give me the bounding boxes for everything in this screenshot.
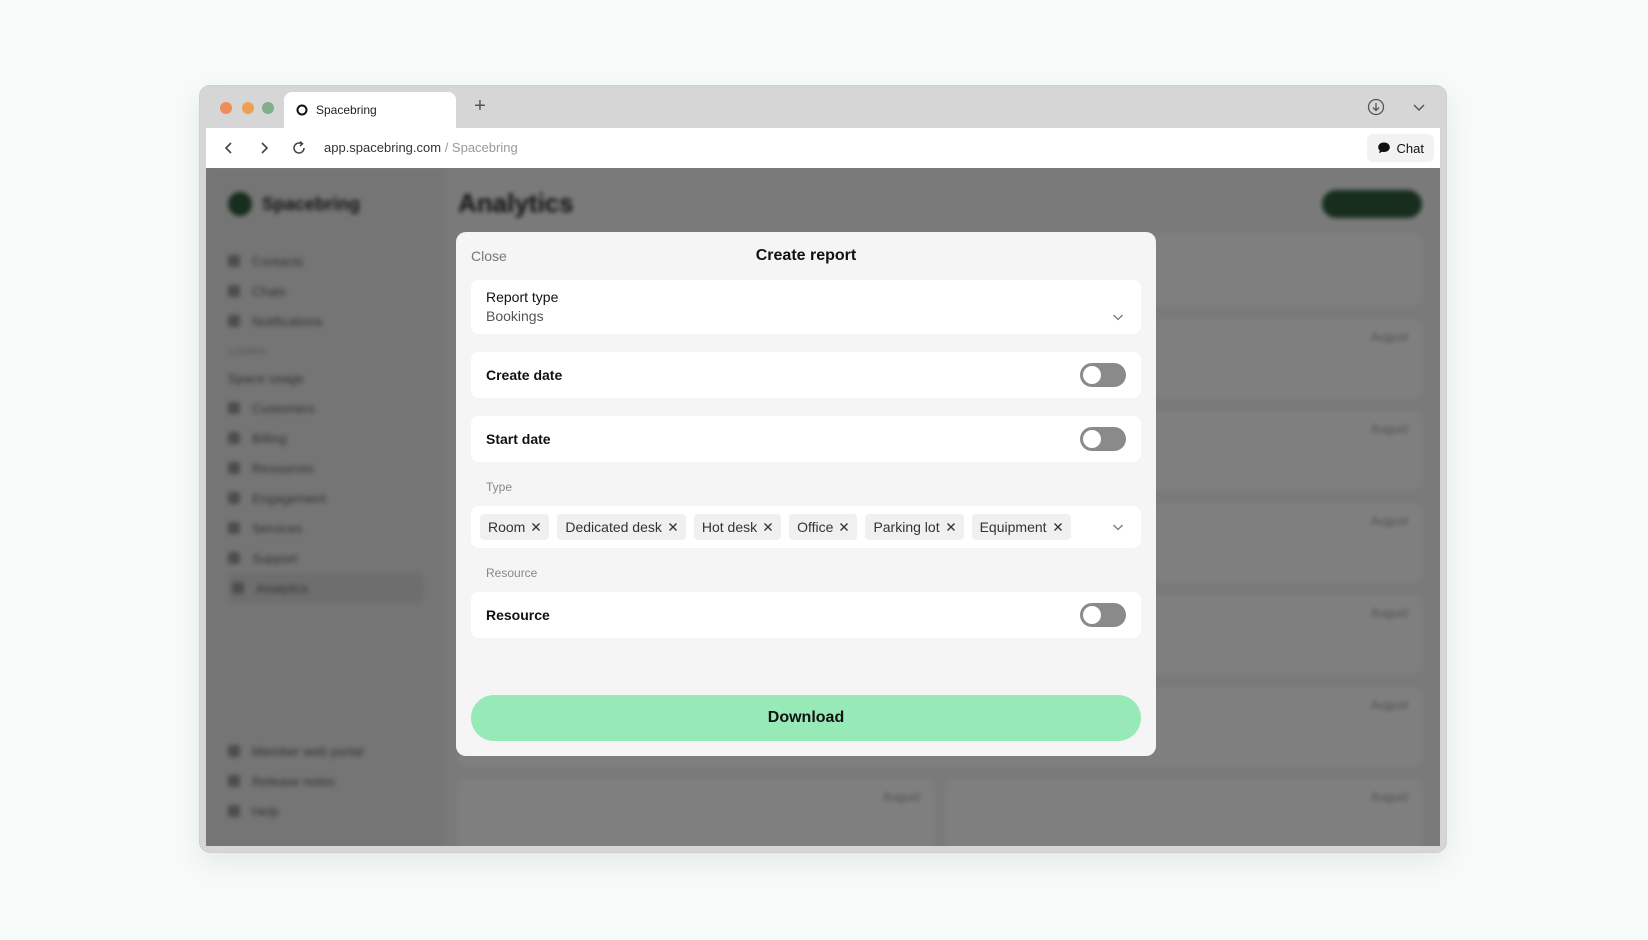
forward-arrow-icon[interactable] [255,139,273,157]
chevron-down-icon[interactable] [1111,520,1125,534]
tag-label: Equipment [979,519,1047,535]
url-path: Spacebring [451,140,518,155]
download-icon[interactable] [1367,98,1385,116]
type-tag-dedicated-desk: Dedicated desk [557,514,686,540]
start-date-row: Start date [471,416,1141,462]
address-bar: app.spacebring.com / Spacebring Chat [206,128,1440,168]
url-separator: / [441,140,452,155]
chat-button[interactable]: Chat [1366,134,1434,162]
page-content: Spacebring Contacts Chats Notifications … [206,168,1440,846]
create-date-row: Create date [471,352,1141,398]
tag-label: Office [797,519,834,535]
type-tag-hot-desk: Hot desk [693,514,782,540]
maximize-window-button[interactable] [262,102,274,114]
browser-window: Spacebring + app.spacebring.com / Spaceb… [200,86,1446,852]
start-date-toggle[interactable] [1080,427,1126,451]
title-bar: Spacebring + [200,86,1446,128]
modal-header: Close Create report [471,232,1141,280]
chat-label: Chat [1396,140,1424,156]
remove-tag-icon[interactable] [839,522,849,532]
tab-title: Spacebring [316,103,377,117]
report-type-value: Bookings [486,308,544,324]
tag-label: Room [488,519,526,535]
download-button[interactable]: Download [471,695,1141,741]
type-section-label: Type [486,480,513,494]
remove-tag-icon[interactable] [946,522,956,532]
report-type-select[interactable]: Report type Bookings [471,280,1141,334]
create-report-modal: Close Create report Report type Bookings… [456,232,1156,756]
toggle-knob [1083,606,1101,624]
modal-title: Create report [755,247,857,264]
close-window-button[interactable] [220,102,232,114]
create-date-label: Create date [486,367,563,383]
report-type-label: Report type [486,289,559,305]
type-tag-equipment: Equipment [971,514,1071,540]
reload-icon[interactable] [290,139,308,157]
resource-row: Resource [471,592,1141,638]
remove-tag-icon[interactable] [1053,522,1063,532]
tag-label: Parking lot [873,519,940,535]
url-text[interactable]: app.spacebring.com / Spacebring [324,140,518,155]
spacebring-favicon-icon [296,104,308,116]
resource-toggle[interactable] [1080,603,1126,627]
new-tab-button[interactable]: + [470,96,490,116]
type-tag-parking-lot: Parking lot [865,514,964,540]
chevron-down-icon [1113,314,1123,321]
create-date-toggle[interactable] [1080,363,1126,387]
type-tag-room: Room [480,514,550,540]
tag-label: Hot desk [701,519,758,535]
minimize-window-button[interactable] [242,102,254,114]
resource-section-label: Resource [486,566,538,580]
tag-label: Dedicated desk [565,519,662,535]
remove-tag-icon[interactable] [763,522,773,532]
back-arrow-icon[interactable] [220,139,238,157]
url-domain: app.spacebring.com [324,140,442,155]
chevron-down-icon[interactable] [1410,98,1428,116]
resource-label: Resource [486,607,550,623]
toggle-knob [1083,430,1101,448]
remove-tag-icon[interactable] [531,522,541,532]
remove-tag-icon[interactable] [668,522,678,532]
type-tag-office: Office [789,514,858,540]
start-date-label: Start date [486,431,551,447]
chat-bubble-icon [1377,142,1390,154]
browser-tab[interactable]: Spacebring [284,92,456,128]
toggle-knob [1083,366,1101,384]
type-multiselect[interactable]: Room Dedicated desk Hot desk Office Park… [471,506,1141,548]
